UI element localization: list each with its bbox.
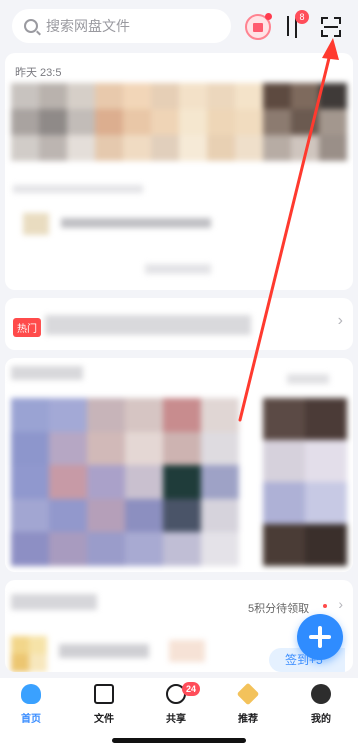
recent-files-card[interactable]: 昨天 23:5: [5, 53, 353, 290]
blurred-footer-text: [145, 264, 211, 274]
blurred-rewards-title: [11, 594, 97, 610]
gift-icon[interactable]: [245, 13, 272, 40]
tab-label: 我的: [311, 714, 331, 725]
blurred-hot-title: [45, 315, 251, 335]
share-icon: 24: [166, 682, 201, 704]
hot-topic-card[interactable]: 热门 ›: [5, 298, 353, 350]
tab-files[interactable]: 文件: [74, 684, 134, 725]
blurred-main-photo[interactable]: [11, 398, 239, 566]
tab-recommend[interactable]: 推荐: [218, 682, 278, 725]
search-icon: [24, 19, 38, 33]
tab-home[interactable]: 首页: [1, 684, 61, 725]
recommend-icon: [236, 682, 260, 706]
notification-dot: [265, 13, 272, 20]
top-bar: 搜索网盘文件 8: [0, 0, 358, 50]
transfer-icon[interactable]: 8: [284, 10, 309, 38]
blurred-task-icon: [169, 640, 205, 662]
home-indicator: [112, 738, 246, 743]
blurred-photo-strip[interactable]: [11, 83, 347, 161]
tab-label: 推荐: [238, 714, 258, 725]
scan-icon[interactable]: [321, 17, 341, 37]
blurred-file-name: [61, 218, 211, 228]
home-icon: [21, 684, 41, 704]
recent-timestamp: 昨天 23:5: [15, 67, 62, 79]
chevron-right-icon[interactable]: ›: [338, 596, 343, 612]
blurred-avatar: [11, 636, 47, 672]
tab-label: 共享: [166, 714, 186, 725]
tab-label: 首页: [21, 714, 41, 725]
hot-tag: 热门: [13, 318, 41, 337]
search-bar[interactable]: 搜索网盘文件: [12, 9, 231, 43]
blurred-task-text: [59, 644, 149, 658]
folder-icon: [94, 684, 114, 704]
share-badge: 24: [182, 682, 201, 696]
tab-share[interactable]: 24 共享: [146, 682, 206, 725]
blurred-file-thumb: [23, 213, 49, 235]
transfer-badge: 8: [295, 10, 309, 24]
blurred-text-line: [13, 185, 143, 193]
tab-profile[interactable]: 我的: [291, 684, 351, 725]
blurred-title: [11, 366, 83, 380]
add-button[interactable]: [297, 614, 343, 660]
blurred-side-photo[interactable]: [263, 398, 347, 566]
search-placeholder: 搜索网盘文件: [46, 18, 130, 34]
points-pending-text[interactable]: 5积分待领取: [248, 600, 309, 616]
tab-label: 文件: [94, 714, 114, 725]
profile-icon: [311, 684, 331, 704]
blurred-subtitle: [287, 374, 329, 384]
notification-dot: [323, 604, 327, 608]
chevron-right-icon[interactable]: ›: [338, 312, 343, 330]
photo-feed-card[interactable]: [5, 358, 353, 572]
